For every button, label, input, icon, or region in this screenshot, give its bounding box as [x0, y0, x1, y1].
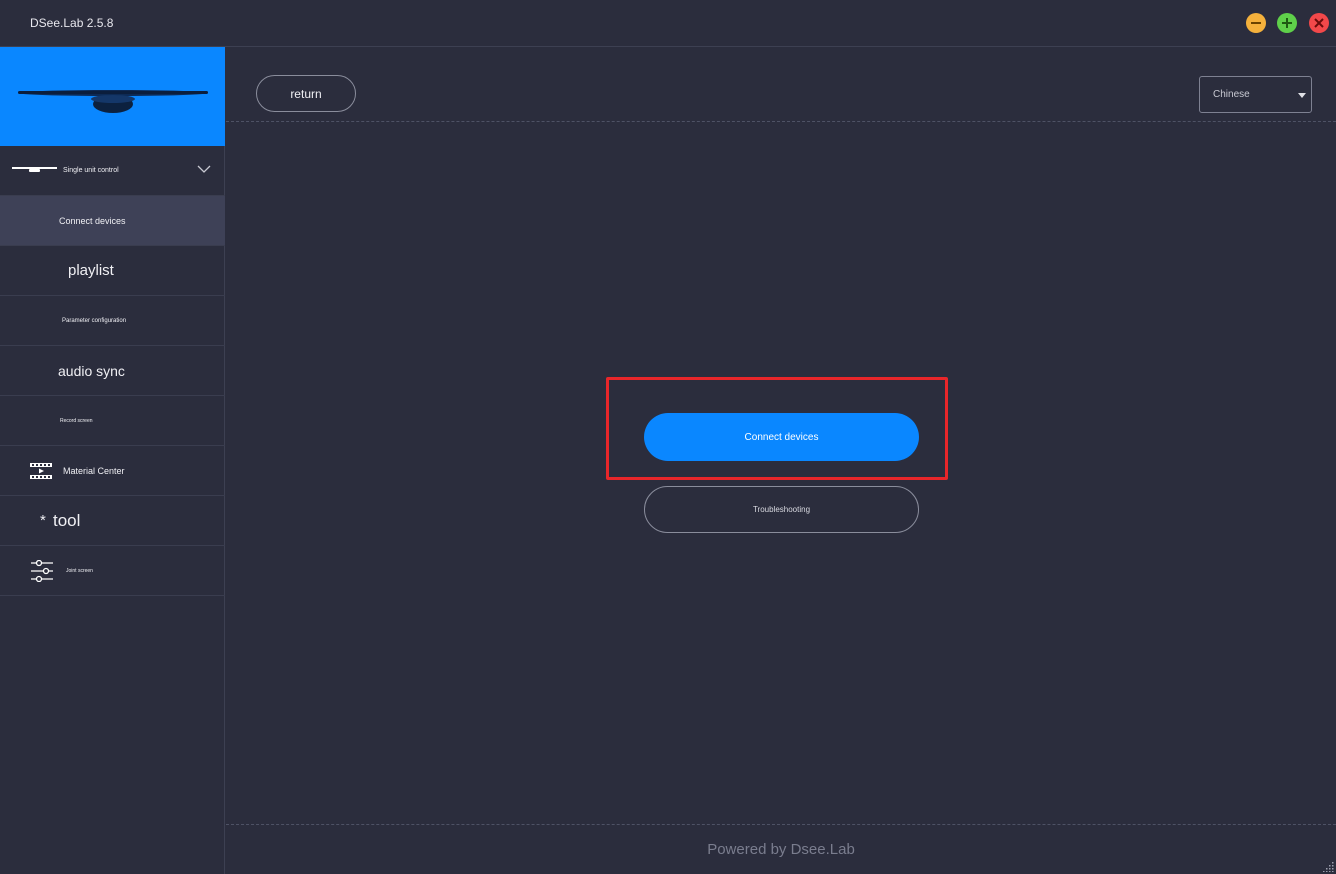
sidebar-item-record-screen[interactable]: Record screen	[0, 396, 225, 446]
device-banner	[0, 47, 225, 146]
sidebar-item-label: audio sync	[58, 362, 125, 379]
hologram-device-image	[18, 90, 208, 113]
sidebar-item-single-unit-control[interactable]: Single unit control	[0, 146, 225, 196]
sidebar-item-label: Parameter configuration	[62, 317, 127, 324]
maximize-button[interactable]	[1277, 13, 1297, 33]
minus-icon	[1251, 22, 1261, 24]
sidebar-item-label: Material Center	[63, 465, 125, 476]
language-select[interactable]: Chinese	[1199, 76, 1312, 113]
troubleshooting-button[interactable]: Troubleshooting	[644, 486, 919, 533]
close-icon	[1314, 18, 1324, 28]
footer: Powered by Dsee.Lab	[226, 824, 1336, 874]
sidebar-item-label: playlist	[68, 262, 114, 279]
sidebar-item-tool[interactable]: * tool	[0, 496, 225, 546]
sliders-icon	[31, 560, 53, 582]
connect-devices-button[interactable]: Connect devices	[644, 413, 919, 461]
resize-grip-icon[interactable]	[1322, 860, 1334, 872]
chevron-down-icon[interactable]	[197, 164, 211, 174]
sidebar-item-parameter-configuration[interactable]: Parameter configuration	[0, 296, 225, 346]
caret-down-icon	[1298, 93, 1306, 98]
asterisk-icon: *	[40, 512, 46, 529]
sidebar-item-connect-devices[interactable]: Connect devices	[0, 196, 225, 246]
film-icon	[30, 463, 52, 479]
plus-icon	[1282, 18, 1292, 28]
sidebar-item-joint-screen[interactable]: Joint screen	[0, 546, 225, 596]
sidebar: Single unit control Connect devices play…	[0, 47, 225, 874]
minimize-button[interactable]	[1246, 13, 1266, 33]
sidebar-item-audio-sync[interactable]: audio sync	[0, 346, 225, 396]
sidebar-item-label: Record screen	[60, 417, 93, 424]
return-button[interactable]: return	[256, 75, 356, 112]
main-panel: return Chinese Connect devices Troublesh…	[226, 47, 1336, 874]
top-toolbar: return Chinese	[226, 47, 1336, 122]
title-bar: DSee.Lab 2.5.8	[0, 0, 1336, 47]
app-title: DSee.Lab 2.5.8	[30, 16, 114, 30]
language-value: Chinese	[1213, 89, 1250, 100]
sidebar-item-material-center[interactable]: Material Center	[0, 446, 225, 496]
hologram-fan-icon	[12, 164, 57, 176]
sidebar-item-playlist[interactable]: playlist	[0, 246, 225, 296]
sidebar-item-label: Joint screen	[66, 567, 93, 574]
sidebar-item-label: tool	[53, 510, 81, 530]
footer-text: Powered by Dsee.Lab	[707, 841, 855, 858]
sidebar-item-label: Single unit control	[63, 167, 119, 174]
sidebar-item-label: Connect devices	[59, 215, 126, 226]
close-button[interactable]	[1309, 13, 1329, 33]
